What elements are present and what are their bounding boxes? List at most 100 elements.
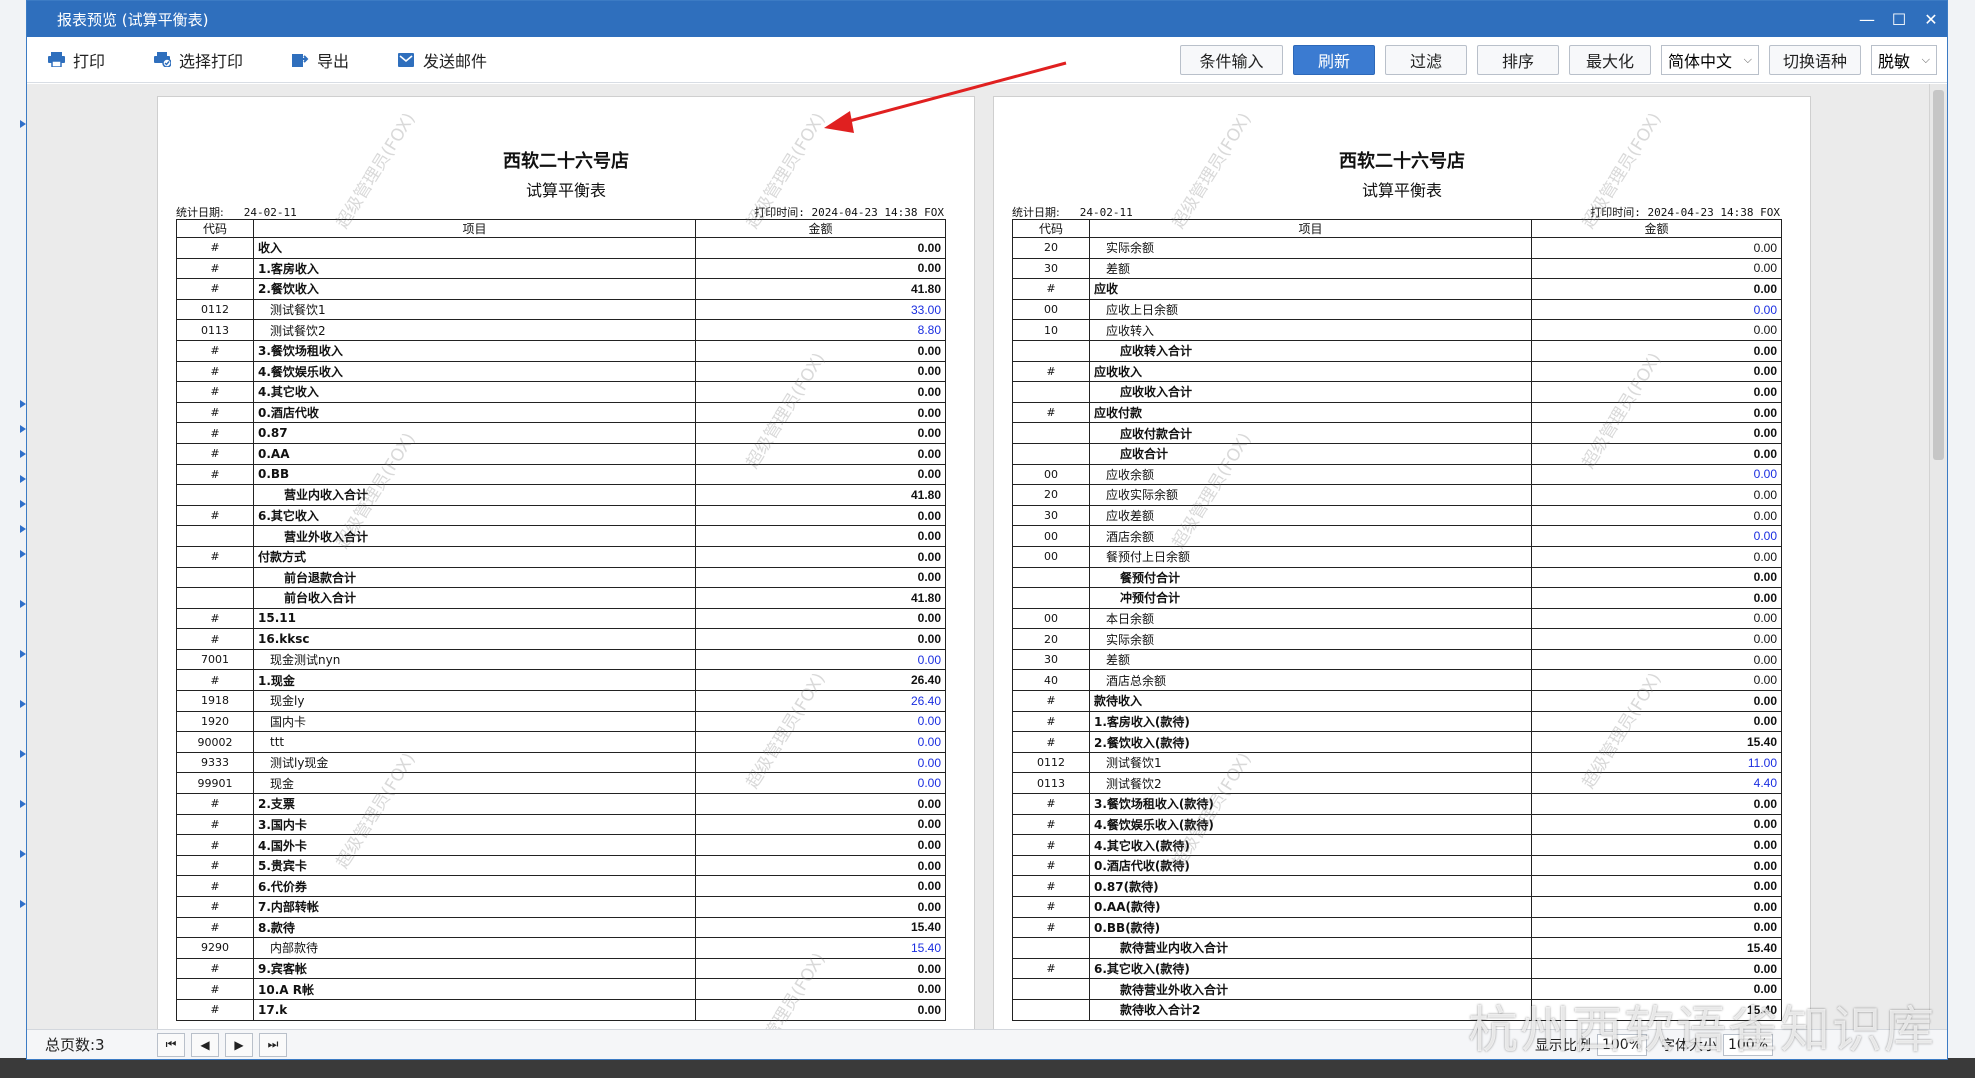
row-amount: 0.00: [695, 360, 946, 383]
prev-page-button[interactable]: ◀: [191, 1032, 219, 1057]
table-row: 20 应收实际余额 0.00: [1012, 484, 1782, 506]
first-page-button[interactable]: ⏮: [157, 1032, 185, 1057]
table-row: #8.款待 15.40: [176, 916, 946, 939]
row-code: 1920: [176, 710, 254, 733]
row-amount: 0.00: [695, 422, 946, 444]
table-row: 款待营业内收入合计 15.40: [1012, 937, 1782, 959]
row-item: 差额: [1089, 648, 1532, 671]
last-page-button[interactable]: ⏭: [259, 1032, 287, 1057]
row-item: 1.客房收入(款待): [1089, 710, 1532, 733]
row-code: 30: [1012, 504, 1090, 527]
stat-date-label: 统计日期:: [1012, 206, 1060, 219]
report-table: 代码 项目 金额 # 收入 0.00 #1.客房收入 0.00 #2.餐饮收入 41.80 0…: [176, 219, 946, 1021]
table-row: #6.其它收入(款待) 0.00: [1012, 957, 1782, 980]
row-code: 00: [1012, 463, 1090, 486]
row-code: #: [176, 257, 254, 280]
row-amount[interactable]: 8.80: [695, 319, 946, 341]
language-select[interactable]: 简体中文 ⌵: [1661, 45, 1759, 75]
condition-input-button[interactable]: 条件输入: [1180, 45, 1283, 75]
row-code: [1012, 998, 1090, 1021]
row-item: 餐预付合计: [1089, 566, 1532, 589]
desensitize-select[interactable]: 脱敏 ⌵: [1871, 45, 1937, 75]
row-item: 0.87(款待): [1089, 875, 1532, 897]
row-code: #: [176, 628, 254, 650]
row-amount[interactable]: 0.00: [695, 751, 946, 774]
row-amount[interactable]: 0.00: [695, 731, 946, 753]
row-code: #: [1012, 896, 1090, 918]
switch-language-button[interactable]: 切换语种: [1769, 45, 1861, 75]
row-amount[interactable]: 4.40: [1531, 772, 1782, 795]
row-code: [1012, 566, 1090, 589]
row-amount[interactable]: 11.00: [1531, 751, 1782, 774]
row-amount: 0.00: [1531, 319, 1782, 341]
filter-button[interactable]: 过滤: [1385, 45, 1467, 75]
row-code: [1012, 339, 1090, 362]
row-item: 应收收入: [1089, 360, 1532, 383]
row-code: 20: [1012, 237, 1090, 259]
scrollbar-thumb[interactable]: [1933, 90, 1944, 460]
row-amount[interactable]: 26.40: [695, 690, 946, 712]
vertical-scrollbar[interactable]: [1929, 84, 1947, 1029]
row-item: 4.餐饮娱乐收入(款待): [1089, 813, 1532, 836]
minimize-icon[interactable]: —: [1851, 1, 1883, 37]
table-row: 冲预付合计 0.00: [1012, 587, 1782, 609]
row-amount[interactable]: 0.00: [695, 648, 946, 671]
maximize-icon[interactable]: ☐: [1883, 1, 1915, 37]
stat-date: 统计日期: 24-02-11: [176, 204, 297, 220]
print-button[interactable]: 打印: [47, 44, 133, 76]
table-row: 30 应收差额 0.00: [1012, 504, 1782, 527]
table-row: #6.其它收入 0.00: [176, 504, 946, 527]
table-row: #9.宾客帐 0.00: [176, 957, 946, 980]
send-mail-button[interactable]: 发送邮件: [397, 44, 515, 76]
table-row: 应收付款合计 0.00: [1012, 422, 1782, 444]
row-item: 应收实际余额: [1089, 484, 1532, 506]
row-item: 酒店余额: [1089, 525, 1532, 547]
report-preview-window: 报表预览 (试算平衡表) — ☐ ✕ 打印 选择打印 导出 发送邮件 条件输入 …: [26, 0, 1948, 1060]
table-row: # 应收付款 0.00: [1012, 401, 1782, 424]
language-value: 简体中文: [1668, 52, 1733, 71]
table-row: #1.现金 26.40: [176, 669, 946, 692]
row-item: 应收: [1089, 278, 1532, 300]
row-amount: 0.00: [695, 834, 946, 856]
row-code: #: [176, 360, 254, 383]
next-page-button[interactable]: ▶: [225, 1032, 253, 1057]
row-code: #: [176, 422, 254, 444]
next-page-icon: ▶: [234, 1037, 244, 1052]
select-print-button[interactable]: 选择打印: [153, 44, 271, 76]
print-time: 打印时间: 2024-04-23 14:38 FOX: [1590, 206, 1780, 219]
row-code: [1012, 587, 1090, 609]
row-item: 差额: [1089, 257, 1532, 280]
row-amount[interactable]: 33.00: [695, 298, 946, 321]
close-icon[interactable]: ✕: [1915, 1, 1947, 37]
maximize-button[interactable]: 最大化: [1569, 45, 1651, 75]
row-code: #: [1012, 793, 1090, 815]
report-preview-area[interactable]: 西软二十六号店 试算平衡表 统计日期: 24-02-11 打印时间: 2024-0…: [27, 84, 1947, 1029]
row-amount[interactable]: 0.00: [695, 710, 946, 733]
row-code: 00: [1012, 607, 1090, 630]
row-amount[interactable]: 0.00: [695, 772, 946, 795]
row-amount: 0.00: [1531, 854, 1782, 877]
select-print-icon: [153, 52, 171, 68]
row-code: #: [176, 875, 254, 897]
row-amount: 0.00: [695, 813, 946, 836]
row-amount[interactable]: 0.00: [1531, 525, 1782, 547]
row-amount[interactable]: 0.00: [1531, 463, 1782, 486]
row-amount: 0.00: [695, 257, 946, 280]
row-item: 收入: [253, 237, 696, 259]
table-row: #0.酒店代收 0.00: [176, 401, 946, 424]
row-amount: 0.00: [1531, 257, 1782, 280]
export-button[interactable]: 导出: [291, 44, 377, 76]
row-code: #: [176, 957, 254, 980]
table-row: #2.餐饮收入 41.80: [176, 278, 946, 300]
row-code: #: [1012, 731, 1090, 753]
row-amount: 0.00: [1531, 916, 1782, 939]
row-item: 应收转入合计: [1089, 339, 1532, 362]
refresh-button[interactable]: 刷新: [1293, 45, 1375, 75]
table-row: 40 酒店总余额 0.00: [1012, 669, 1782, 692]
row-item: 测试餐饮2: [1089, 772, 1532, 795]
row-amount[interactable]: 0.00: [1531, 298, 1782, 321]
sort-button[interactable]: 排序: [1477, 45, 1559, 75]
export-icon: [291, 52, 309, 68]
row-amount[interactable]: 15.40: [695, 937, 946, 959]
report-title: 试算平衡表: [1361, 181, 1442, 200]
